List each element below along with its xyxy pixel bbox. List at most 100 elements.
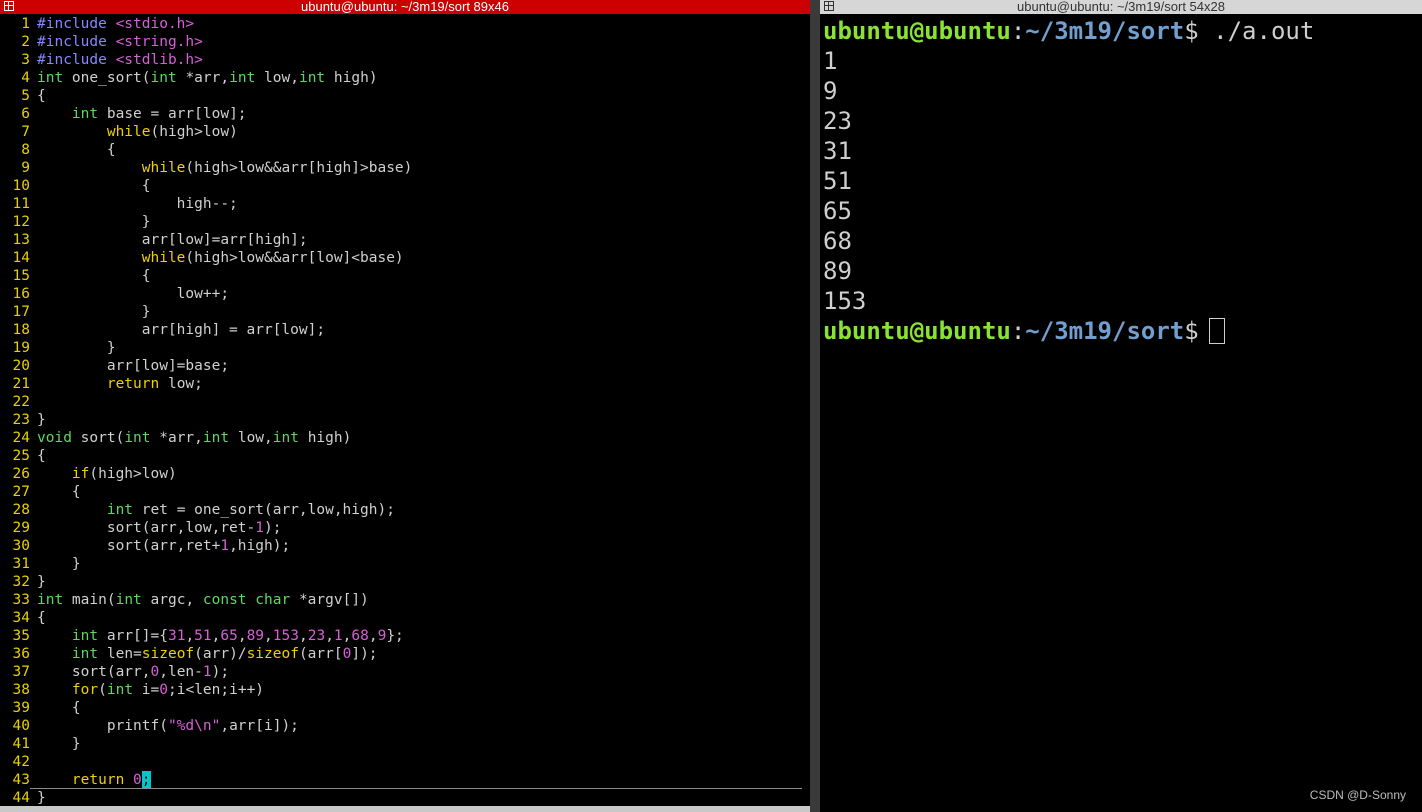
- code-line[interactable]: 4 int one_sort(int *arr,int low,int high): [0, 69, 412, 87]
- vim-statusbar: [0, 806, 810, 812]
- code-token: arr[low]=arr[high];: [37, 232, 308, 248]
- code-line[interactable]: 18 arr[high] = arr[low];: [0, 321, 412, 339]
- code-line[interactable]: 10 {: [0, 177, 412, 195]
- line-number: 35: [12, 628, 30, 644]
- code-line[interactable]: 23}: [0, 411, 412, 429]
- code-line[interactable]: 40 printf("%d\n",arr[i]);: [0, 717, 412, 735]
- code-line[interactable]: 16 low++;: [0, 285, 412, 303]
- code-token: sizeof: [246, 646, 299, 662]
- pane-divider[interactable]: [810, 0, 820, 812]
- line-number: 36: [12, 646, 30, 662]
- line-number: 18: [12, 322, 30, 338]
- code-line[interactable]: 14 while(high>low&&arr[low]<base): [0, 249, 412, 267]
- terminal-menu-icon[interactable]: [4, 1, 14, 11]
- output-line: 89: [823, 257, 852, 285]
- code-token: if: [71, 466, 90, 482]
- code-line[interactable]: 11 high--;: [0, 195, 412, 213]
- code-token: 0: [150, 664, 160, 680]
- code-line[interactable]: 43 return 0;: [0, 771, 412, 789]
- code-line[interactable]: 19 }: [0, 339, 412, 357]
- code-line[interactable]: 2 #include <string.h>: [0, 33, 412, 51]
- code-token: "%d\n": [167, 718, 221, 734]
- code-line[interactable]: 6 int base = arr[low];: [0, 105, 412, 123]
- code-token: for: [71, 682, 99, 698]
- code-token: ,: [185, 628, 195, 644]
- code-line[interactable]: 27 {: [0, 483, 412, 501]
- code-token: int: [37, 70, 64, 86]
- code-editor[interactable]: 1 #include <stdio.h> 2 #include <string.h> 3…: [0, 15, 413, 807]
- line-number: 13: [12, 232, 30, 248]
- code-line[interactable]: 31 }: [0, 555, 412, 573]
- code-token: ,: [325, 628, 334, 644]
- code-line[interactable]: 7 while(high>low): [0, 123, 412, 141]
- code-token: ,arr[i]);: [220, 718, 299, 734]
- code-line[interactable]: 41 }: [0, 735, 412, 753]
- line-number: 7: [21, 124, 30, 140]
- code-line[interactable]: 30 sort(arr,ret+1,high);: [0, 537, 412, 555]
- prompt-line[interactable]: ubuntu@ubuntu:~/3m19/sort$: [823, 316, 1314, 346]
- shell-window-title: ubuntu@ubuntu: ~/3m19/sort 54x28: [1017, 0, 1225, 14]
- code-line[interactable]: 28 int ret = one_sort(arr,low,high);: [0, 501, 412, 519]
- code-line[interactable]: 20 arr[low]=base;: [0, 357, 412, 375]
- code-line[interactable]: 38 for(int i=0;i<len;i++): [0, 681, 412, 699]
- code-line[interactable]: 3 #include <stdlib.h>: [0, 51, 412, 69]
- code-line[interactable]: 9 while(high>low&&arr[high]>base): [0, 159, 412, 177]
- code-line[interactable]: 5{: [0, 87, 412, 105]
- output-line: 65: [823, 197, 852, 225]
- code-token: high--;: [37, 196, 238, 212]
- code-token: while: [106, 124, 151, 140]
- code-line[interactable]: 25 {: [0, 447, 412, 465]
- code-line[interactable]: 12 }: [0, 213, 412, 231]
- code-token: }: [37, 214, 151, 230]
- line-number: 21: [12, 376, 30, 392]
- code-token: ,: [237, 628, 247, 644]
- code-token: <stdlib.h>: [115, 52, 203, 68]
- code-line[interactable]: 36 int len=sizeof(arr)/sizeof(arr[0]);: [0, 645, 412, 663]
- code-token: int: [150, 70, 177, 86]
- code-line[interactable]: 22: [0, 393, 412, 411]
- terminal-menu-icon[interactable]: [824, 1, 834, 11]
- code-token: }: [37, 340, 116, 356]
- line-number: 41: [12, 736, 30, 752]
- code-line[interactable]: 1 #include <stdio.h>: [0, 15, 412, 33]
- shell-terminal-window[interactable]: ubuntu@ubuntu: ~/3m19/sort 54x28 ubuntu@…: [820, 0, 1422, 812]
- code-token: arr[high] = arr[low];: [37, 322, 326, 338]
- code-token: high): [298, 430, 352, 446]
- code-token: int: [71, 628, 99, 644]
- code-token: 23: [307, 628, 326, 644]
- shell-output[interactable]: ubuntu@ubuntu:~/3m19/sort$ ./a.out 1 9 23 3…: [823, 16, 1314, 346]
- code-line[interactable]: 8 {: [0, 141, 412, 159]
- code-line[interactable]: 42: [0, 753, 412, 771]
- code-line[interactable]: 24 void sort(int *arr,int low,int high): [0, 429, 412, 447]
- code-line[interactable]: 29 sort(arr,low,ret-1);: [0, 519, 412, 537]
- output-line: 31: [823, 137, 852, 165]
- code-line[interactable]: 44}: [0, 789, 412, 807]
- code-token: 89: [246, 628, 265, 644]
- code-line[interactable]: 15 {: [0, 267, 412, 285]
- vim-separator-line: [30, 788, 802, 789]
- code-line[interactable]: 33 int main(int argc, const char *argv[]): [0, 591, 412, 609]
- line-number: 24: [12, 430, 30, 446]
- code-line[interactable]: 35 int arr[]={31,51,65,89,153,23,1,68,9}…: [0, 627, 412, 645]
- code-token: int: [37, 592, 64, 608]
- shell-window-titlebar[interactable]: ubuntu@ubuntu: ~/3m19/sort 54x28: [820, 0, 1422, 14]
- line-number: 34: [12, 610, 30, 626]
- code-line[interactable]: 26 if(high>low): [0, 465, 412, 483]
- code-line[interactable]: 39 {: [0, 699, 412, 717]
- code-line[interactable]: 13 arr[low]=arr[high];: [0, 231, 412, 249]
- code-token: 31: [167, 628, 186, 644]
- code-line[interactable]: 17 }: [0, 303, 412, 321]
- vim-window-titlebar[interactable]: ubuntu@ubuntu: ~/3m19/sort 89x46: [0, 0, 810, 14]
- vim-terminal-window[interactable]: ubuntu@ubuntu: ~/3m19/sort 89x46 1 #inclu…: [0, 0, 810, 812]
- code-line[interactable]: 21 return low;: [0, 375, 412, 393]
- code-line[interactable]: 37 sort(arr,0,len-1);: [0, 663, 412, 681]
- prompt-symbol: $: [1184, 17, 1199, 45]
- code-line[interactable]: 32}: [0, 573, 412, 591]
- code-line[interactable]: 34 {: [0, 609, 412, 627]
- code-token: (arr)/: [194, 646, 247, 662]
